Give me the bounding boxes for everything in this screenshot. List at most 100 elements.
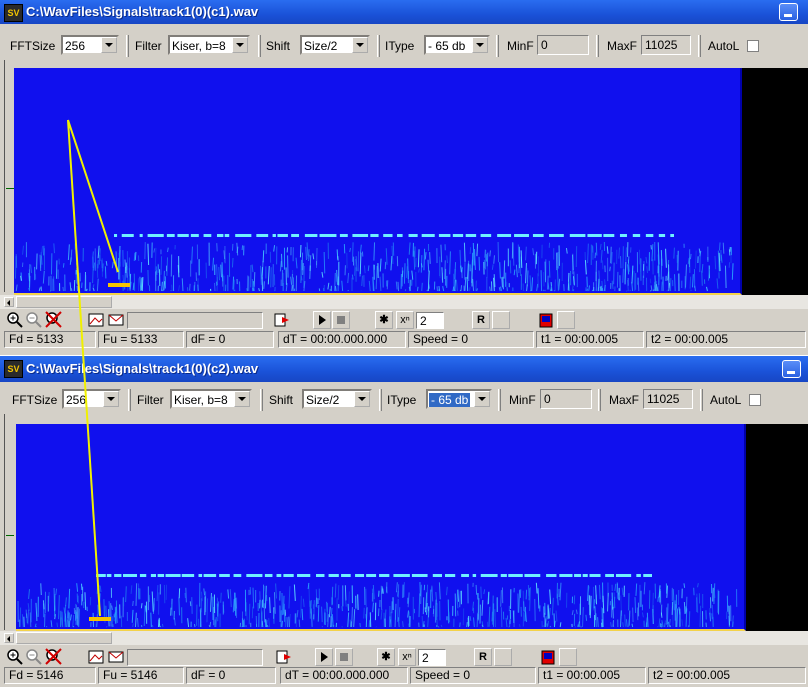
horizontal-scrollbar[interactable] [0,631,808,645]
noise-streak [274,592,275,614]
tone-segment [235,234,251,237]
chevron-down-icon[interactable] [474,391,490,407]
t1-readout: t1 = 00:00.005 [536,331,644,348]
spectrogram-canvas[interactable] [14,68,742,295]
scroll-left-button[interactable] [4,297,14,307]
minf-field[interactable]: 0 [537,35,589,55]
maxf-field[interactable]: 11025 [641,35,691,55]
ruler-tick [6,188,14,189]
noise-streak [299,620,300,627]
title-bar[interactable]: SV C:\WavFiles\Signals\track1(0)(c2).wav [0,356,808,382]
filter-select[interactable]: Kiser, b=8 [170,389,252,409]
autol-checkbox[interactable] [747,40,759,52]
record-icon[interactable] [539,648,557,666]
noise-streak [494,255,495,263]
zoom-reset-icon[interactable] [45,648,63,666]
noise-streak [548,621,549,626]
noise-streak [646,257,647,263]
envelope-icon[interactable] [107,648,125,666]
spectrogram-area[interactable] [16,424,808,631]
blank-button-2[interactable] [559,648,577,666]
play-button[interactable] [315,648,333,666]
chevron-down-icon[interactable] [472,37,488,53]
horizontal-scrollbar[interactable] [0,295,808,309]
minimize-button[interactable] [779,3,798,21]
image-save-icon[interactable] [87,648,105,666]
chevron-down-icon[interactable] [354,391,370,407]
asterisk-button[interactable]: ✱ [377,648,395,666]
noise-streak [447,587,448,595]
shift-select[interactable]: Size/2 [302,389,372,409]
chevron-down-icon[interactable] [103,391,119,407]
minf-field[interactable]: 0 [540,389,592,409]
minimize-button[interactable] [782,360,801,378]
noise-streak [408,258,409,279]
tone-segment [524,574,540,577]
zoom-in-icon[interactable] [6,311,24,329]
noise-streak [566,248,567,254]
spectrogram-area[interactable] [14,68,808,295]
record-icon[interactable] [537,311,555,329]
filter-label: Filter [135,39,162,53]
noise-streak [328,283,329,290]
scroll-left-button[interactable] [4,633,14,643]
blank-button-2[interactable] [557,311,575,329]
blank-button[interactable] [494,648,512,666]
shift-select[interactable]: Size/2 [300,35,370,55]
power-field[interactable]: 2 [418,649,446,666]
noise-streak [708,269,709,281]
zoom-in-icon[interactable] [6,648,24,666]
chevron-down-icon[interactable] [352,37,368,53]
noise-streak [447,256,448,264]
image-save-icon[interactable] [87,311,105,329]
tone-segment [397,234,403,237]
play-to-icon[interactable] [275,648,293,666]
filter-select[interactable]: Kiser, b=8 [168,35,250,55]
position-bar[interactable] [127,649,263,666]
play-to-icon[interactable] [273,311,291,329]
envelope-icon[interactable] [107,311,125,329]
power-button[interactable]: xⁿ [396,311,414,329]
noise-streak [78,624,79,627]
itype-select[interactable]: - 65 db [426,389,492,409]
noise-streak [458,590,459,602]
stop-button[interactable] [335,648,353,666]
chevron-down-icon[interactable] [232,37,248,53]
play-button[interactable] [313,311,331,329]
zoom-reset-icon[interactable] [45,311,63,329]
fftsize-select[interactable]: 256 [61,35,119,55]
chevron-down-icon[interactable] [101,37,117,53]
zoom-out-icon[interactable] [25,311,43,329]
noise-streak [106,261,107,266]
r-button[interactable]: R [474,648,492,666]
tone-segment [341,574,351,577]
itype-select[interactable]: - 65 db [424,35,490,55]
zoom-out-icon[interactable] [25,648,43,666]
fftsize-label: FFTSize [12,393,57,407]
noise-streak [418,249,419,267]
tone-segment [340,234,348,237]
scroll-thumb[interactable] [16,632,112,644]
power-field[interactable]: 2 [416,312,444,329]
chevron-down-icon[interactable] [234,391,250,407]
blank-button[interactable] [492,311,510,329]
fftsize-label: FFTSize [10,39,55,53]
noise-streak [461,285,462,291]
power-button[interactable]: xⁿ [398,648,416,666]
maxf-field[interactable]: 11025 [643,389,693,409]
spectrogram-canvas[interactable] [16,424,746,631]
asterisk-button[interactable]: ✱ [375,311,393,329]
noise-streak [360,253,361,274]
scroll-thumb[interactable] [16,296,112,308]
autol-checkbox[interactable] [749,394,761,406]
noise-streak [702,271,703,286]
r-button[interactable]: R [472,311,490,329]
noise-streak [20,607,21,627]
stop-button[interactable] [332,311,350,329]
title-bar[interactable]: SV C:\WavFiles\Signals\track1(0)(c1).wav [0,0,808,24]
fftsize-select[interactable]: 256 [62,389,121,409]
divider [258,35,261,57]
noise-streak [154,248,155,252]
status-bar: Fd = 5133 Fu = 5133 dF = 0 dT = 00:00.00… [0,331,808,349]
position-bar[interactable] [127,312,263,329]
